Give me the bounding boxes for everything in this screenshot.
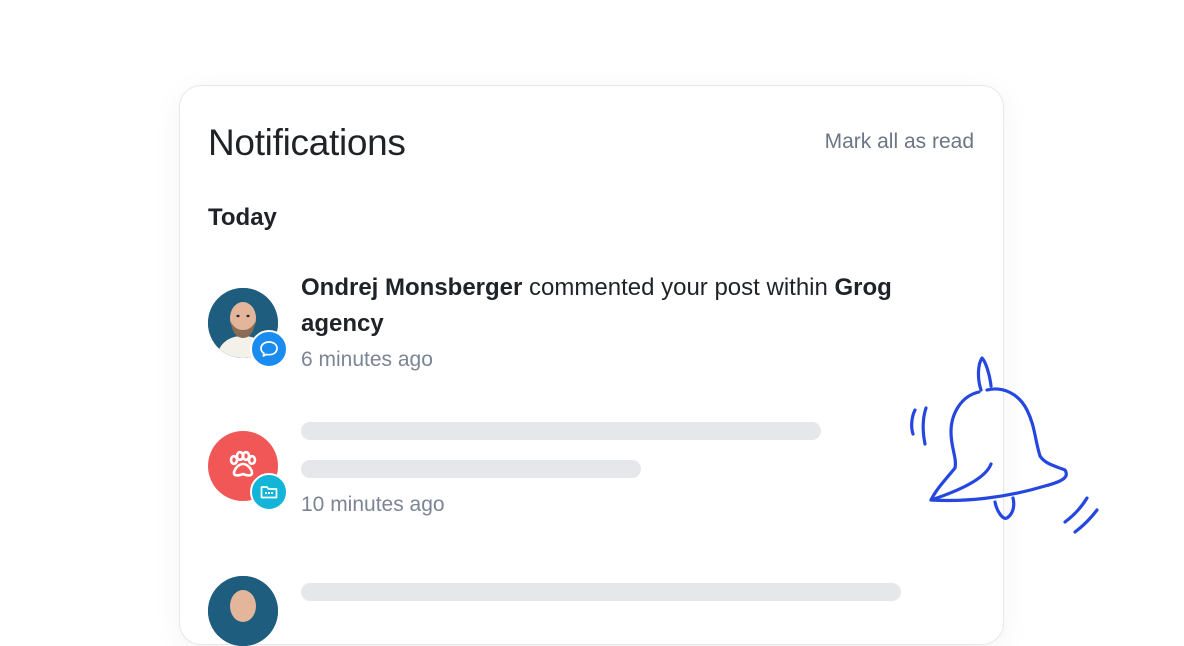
user-avatar[interactable]: [208, 288, 288, 368]
skeleton-line: [301, 460, 641, 478]
notification-time: 10 minutes ago: [301, 493, 445, 516]
notification-time: 6 minutes ago: [301, 348, 433, 371]
chat-bubble-icon: [260, 341, 278, 357]
notification-user[interactable]: Ondrej Monsberger: [301, 274, 522, 301]
avatar-photo: [208, 576, 278, 646]
comment-badge: [250, 330, 288, 368]
skeleton-line: [301, 422, 821, 440]
folder-badge: [250, 473, 288, 511]
group-avatar[interactable]: [208, 431, 288, 511]
user-avatar[interactable]: [208, 576, 278, 646]
section-heading-today: Today: [208, 204, 277, 231]
mark-all-read-link[interactable]: Mark all as read: [825, 130, 974, 154]
notification-action: commented your post within: [522, 274, 835, 301]
skeleton-line: [301, 583, 901, 601]
notification-message: Ondrej Monsberger commented your post wi…: [301, 270, 921, 342]
notifications-card: Notifications Mark all as read Today Ond…: [179, 85, 1004, 646]
bell-icon: [910, 356, 1099, 534]
page-title: Notifications: [208, 122, 406, 163]
folder-icon: [260, 486, 278, 499]
